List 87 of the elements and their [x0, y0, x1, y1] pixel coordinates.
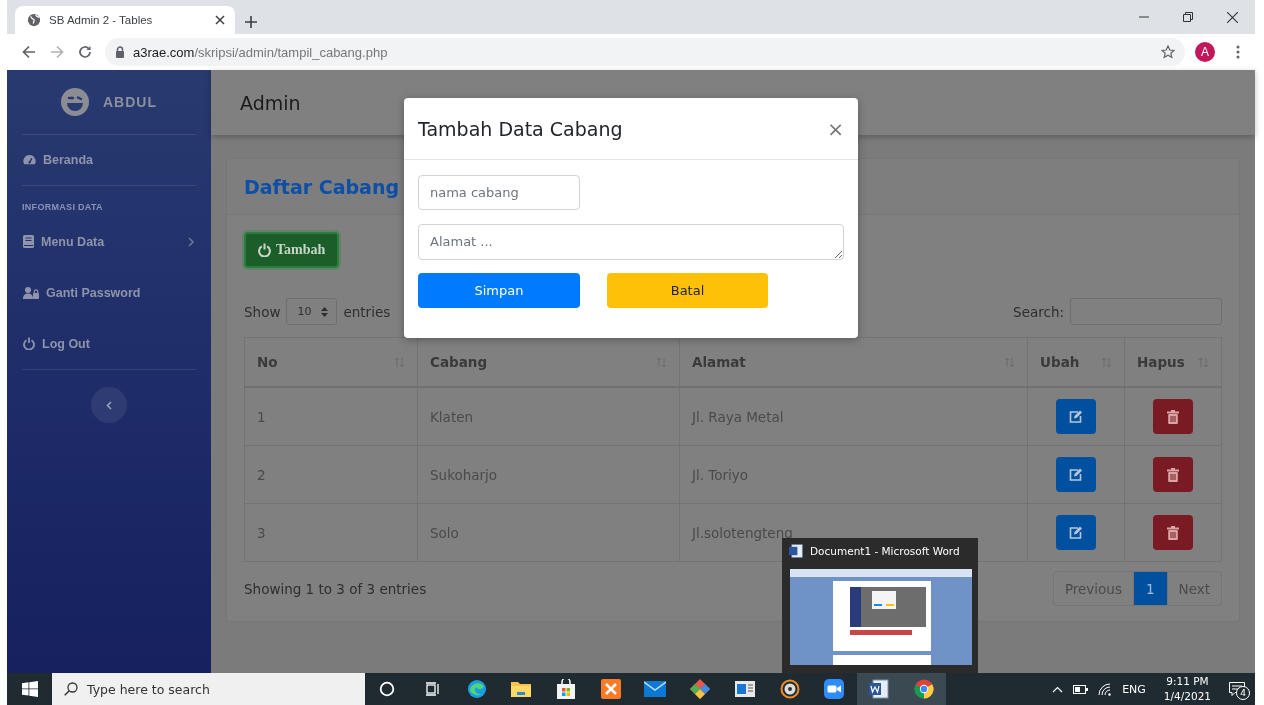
- menu-icon[interactable]: [1236, 45, 1240, 59]
- video-camera-icon[interactable]: [824, 679, 845, 699]
- gauge-icon: [23, 154, 36, 166]
- globe-icon: [27, 13, 41, 27]
- back-icon[interactable]: [22, 45, 36, 59]
- page-link[interactable]: 1: [1132, 572, 1167, 605]
- mail-icon[interactable]: [644, 681, 667, 697]
- sidebar-item[interactable]: Beranda: [7, 135, 211, 185]
- close-icon[interactable]: [215, 15, 225, 25]
- restore-icon[interactable]: [1183, 12, 1193, 22]
- table-info: Showing 1 to 3 of 3 entries: [244, 580, 427, 597]
- label: entries: [343, 303, 391, 320]
- sidebar-item[interactable]: Ganti Password: [7, 267, 211, 318]
- disc-icon[interactable]: [779, 679, 800, 699]
- power-icon: [258, 243, 271, 257]
- app-icon[interactable]: [600, 679, 621, 699]
- book-icon: [23, 235, 34, 248]
- brand-name: ABDUL: [103, 94, 157, 110]
- url-text: a3rae.com/skripsi/admin/tampil_cabang.php: [133, 44, 388, 60]
- text-area[interactable]: Alamat ...: [418, 224, 844, 260]
- diamond-icon[interactable]: [690, 679, 711, 699]
- trash-icon: [1167, 467, 1179, 482]
- trash-icon: [1167, 409, 1179, 424]
- swirl-icon[interactable]: [466, 679, 487, 699]
- add-button[interactable]: Tambah: [244, 232, 340, 268]
- notification-count: 4: [1236, 686, 1250, 700]
- search-field[interactable]: Type here to search: [52, 673, 365, 705]
- chrome-icon[interactable]: [913, 679, 934, 699]
- forward-icon: [50, 45, 64, 59]
- browser-tab[interactable]: SB Admin 2 - Tables: [15, 6, 235, 34]
- smiley-icon: [61, 88, 89, 116]
- label: Show: [244, 303, 281, 320]
- column-header[interactable]: No: [257, 354, 278, 370]
- search-icon: [64, 682, 78, 696]
- task-view-icon[interactable]: [424, 681, 441, 697]
- page-title: Admin: [240, 91, 301, 114]
- column-header[interactable]: Hapus: [1137, 354, 1185, 370]
- star-icon[interactable]: [1161, 45, 1175, 59]
- wifi-icon[interactable]: [1098, 682, 1113, 696]
- lock-icon: [115, 46, 125, 58]
- sidebar-item[interactable]: Log Out: [7, 318, 211, 369]
- language-indicator[interactable]: ENG: [1122, 682, 1146, 696]
- window-title: Document1 - Microsoft Word: [810, 545, 960, 557]
- delete-button[interactable]: [1153, 515, 1193, 550]
- sidebar-toggle[interactable]: [91, 387, 127, 423]
- column-header[interactable]: Cabang: [430, 354, 488, 370]
- trash-icon: [1167, 525, 1179, 540]
- circle-icon[interactable]: [379, 681, 396, 697]
- delete-button[interactable]: [1153, 457, 1193, 492]
- edit-button[interactable]: [1056, 515, 1096, 550]
- notification-icon[interactable]: [1229, 682, 1245, 696]
- edit-button[interactable]: [1056, 457, 1096, 492]
- folder-icon[interactable]: [511, 680, 532, 698]
- card-title: Daftar Cabang: [244, 175, 400, 198]
- users-icon: [23, 286, 39, 299]
- entries-select[interactable]: 10: [286, 298, 338, 325]
- edit-icon: [1069, 526, 1083, 539]
- input-field[interactable]: nama cabang: [418, 175, 580, 210]
- profile-avatar[interactable]: A: [1195, 42, 1215, 62]
- close-button[interactable]: ×: [827, 118, 844, 139]
- chevron-up-icon[interactable]: [1052, 685, 1064, 693]
- cancel-button[interactable]: Batal: [607, 273, 768, 308]
- battery-icon[interactable]: [1073, 684, 1089, 694]
- label: Search:: [1013, 303, 1064, 320]
- column-header[interactable]: Ubah: [1040, 354, 1080, 370]
- shopping-bag-icon[interactable]: [557, 679, 576, 699]
- edit-button[interactable]: [1056, 399, 1096, 434]
- edit-icon: [1069, 468, 1083, 481]
- document-icon[interactable]: [868, 679, 889, 699]
- save-button[interactable]: Simpan: [418, 273, 580, 308]
- windows-icon[interactable]: [21, 681, 38, 697]
- close-icon[interactable]: [1227, 11, 1238, 23]
- edit-icon: [1069, 410, 1083, 423]
- delete-button[interactable]: [1153, 399, 1193, 434]
- section-heading: INFORMASI DATA: [21, 201, 104, 212]
- power-icon: [23, 337, 35, 350]
- modal-title: Tambah Data Cabang: [418, 117, 624, 140]
- sort-icon: [321, 306, 329, 317]
- chevron-left-icon: [106, 400, 112, 410]
- document-icon: [789, 544, 803, 558]
- clock[interactable]: 9:11 PM 1/4/2021: [1163, 674, 1211, 704]
- new-tab-icon[interactable]: [245, 16, 257, 28]
- sidebar-item[interactable]: Menu Data: [7, 216, 211, 267]
- address-bar[interactable]: a3rae.com/skripsi/admin/tampil_cabang.php: [105, 38, 1185, 66]
- reload-icon[interactable]: [78, 45, 92, 59]
- column-header[interactable]: Alamat: [692, 354, 746, 370]
- window-icon[interactable]: [734, 681, 755, 697]
